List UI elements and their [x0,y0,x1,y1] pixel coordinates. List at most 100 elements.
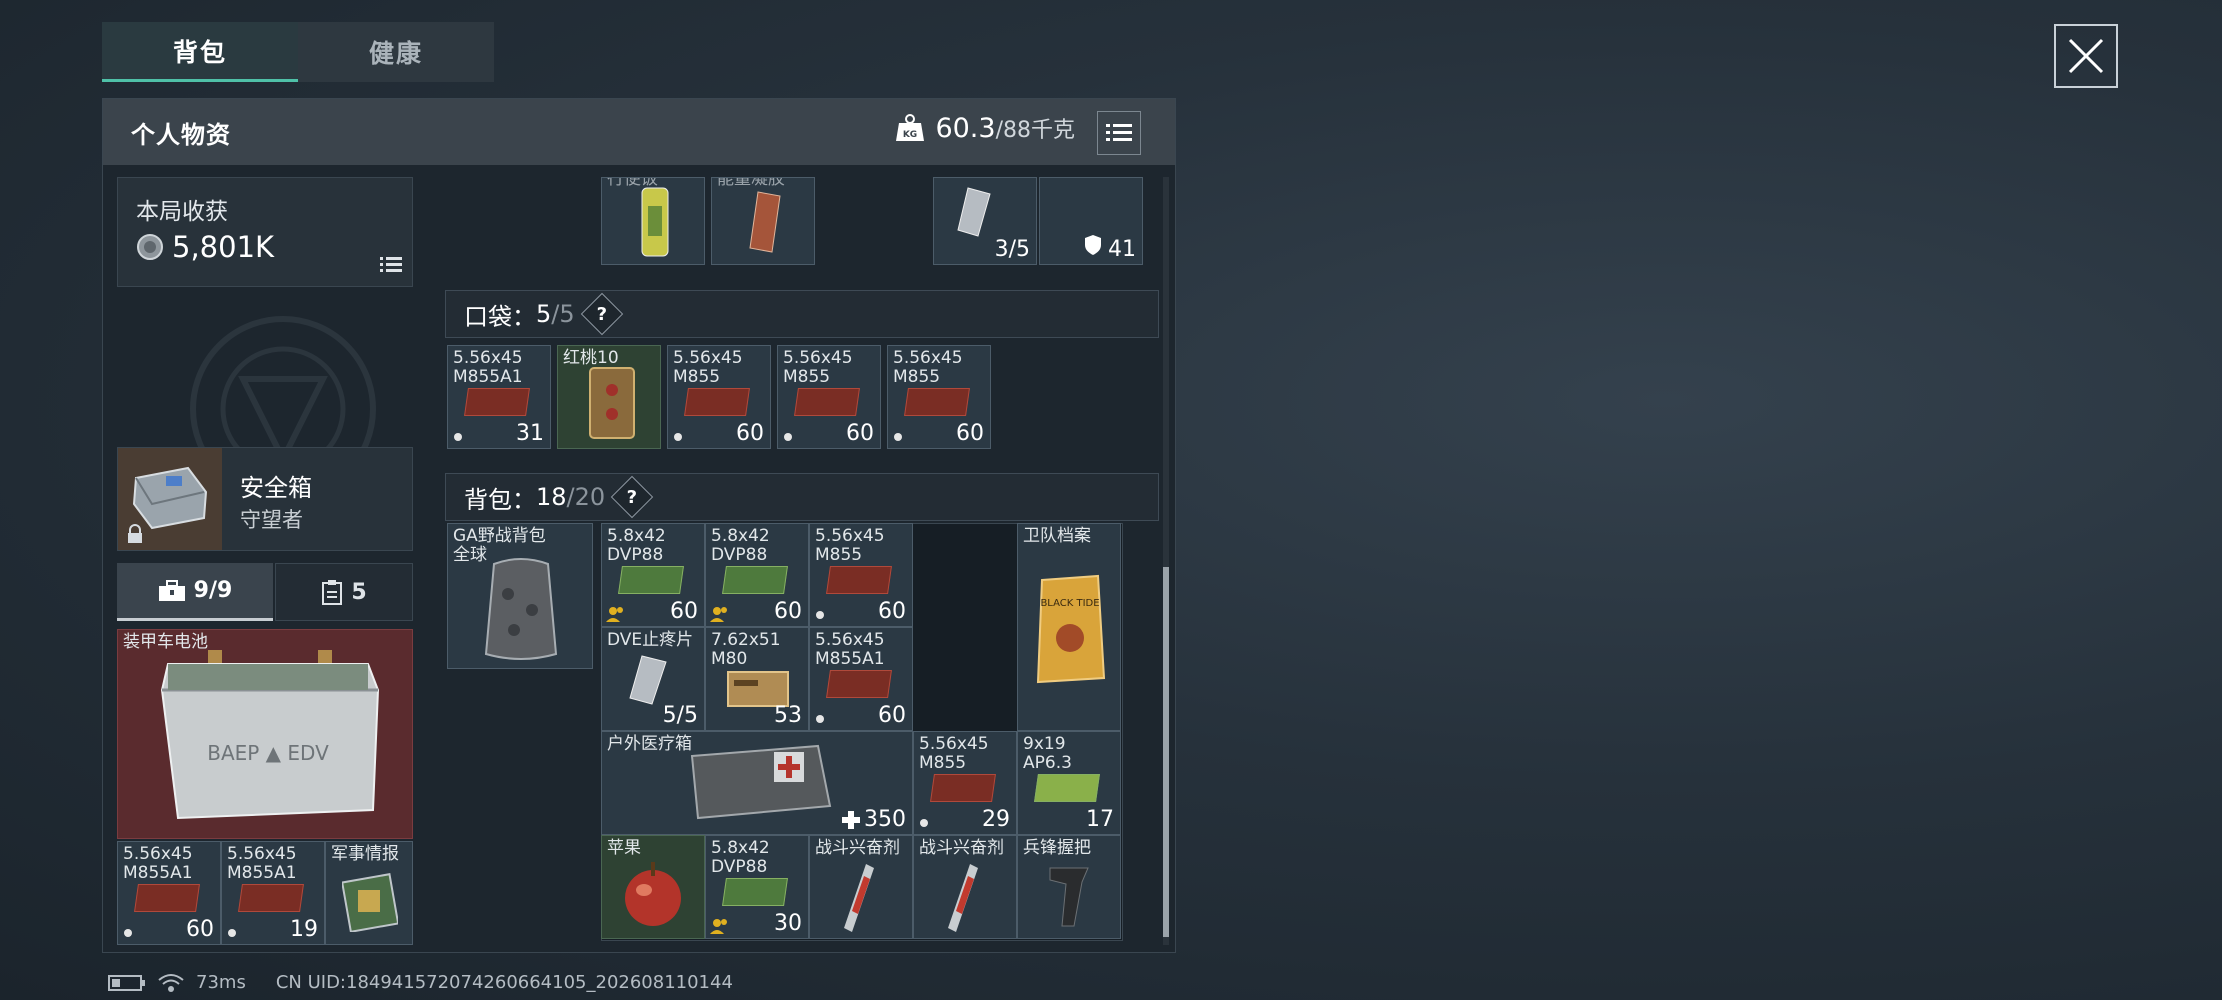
ammo-item[interactable]: 5.56x45 M855 29 [913,731,1017,835]
shield-icon [1085,235,1101,255]
ammo-item[interactable]: 5.56x45 M855A1 19 [221,841,325,945]
ammo-box-icon [1034,774,1100,802]
tab-health[interactable]: 健康 [298,22,494,82]
item-name: 战斗兴奋剂 [919,838,1004,858]
item-name: 5.8x42 DVP88 [607,526,666,565]
file-item[interactable]: 卫队档案 BLACK TIDE [1017,523,1121,731]
other-tab[interactable]: 5 [275,563,413,621]
item-name: 5.56x45 M855 [783,348,853,387]
close-button[interactable] [2054,24,2118,88]
item-count: 31 [516,421,544,446]
clipboard-icon [322,580,343,605]
ammo-item[interactable]: 9x19 AP6.3 17 [1017,731,1121,835]
svg-text:BLACK TIDE: BLACK TIDE [1040,598,1099,609]
pocket-section-header: 口袋： 5 /5 ? [445,290,1159,338]
harvest-list-icon[interactable] [380,256,402,274]
help-icon: ? [596,303,607,325]
injector-icon [844,864,874,932]
intel-item[interactable]: 军事情报 [325,841,413,945]
weight-current: 60.3 [935,113,996,144]
ammo-box-icon [904,388,970,416]
tab-backpack[interactable]: 背包 [102,22,298,82]
folder-document-icon: BLACK TIDE [1036,574,1106,684]
circuit-board-icon [342,873,398,932]
help-icon: ? [626,486,638,508]
item-partial[interactable]: 3/5 [933,177,1037,265]
bag-section-header: 背包： 18 /20 ? [445,473,1159,521]
item-count: 53 [774,703,802,728]
ammo-item[interactable]: 5.56x45 M855A1 31 [447,345,551,449]
item-name: 9x19 AP6.3 [1023,734,1072,773]
pocket-help-button[interactable]: ? [580,292,623,336]
item-name: 7.62x51 M80 [711,630,781,669]
item-count: 29 [982,807,1010,832]
item-name: 兵锋握把 [1023,838,1091,858]
battery-item[interactable]: 装甲车电池 BAEP ▲ EDV [117,629,413,839]
apple-item[interactable]: 苹果 [601,835,705,939]
item-name: 5.56x45 M855 [893,348,963,387]
ammo-item[interactable]: 5.56x45 M855 60 [667,345,771,449]
list-icon [1106,124,1132,141]
bag-help-button[interactable]: ? [610,475,654,519]
item-count: 60 [670,599,698,624]
weight-icon: KG [896,114,925,141]
team-icon [606,607,623,622]
list-view-button[interactable] [1097,111,1141,155]
item-count: 5/5 [662,703,698,728]
ammo-item[interactable]: 5.56x45 M855A1 60 [117,841,221,945]
grip-icon [1049,867,1089,927]
stim-item[interactable]: 战斗兴奋剂 [913,835,1017,939]
harvest-label: 本局收获 [136,199,228,225]
rarity-dot [816,611,824,619]
case-count: 9/9 [193,578,233,603]
item-partial[interactable]: 能量凝胶 [711,177,815,265]
pocket-label: 口袋： [464,302,536,331]
backpack-icon [484,558,558,660]
card-item[interactable]: 红桃10 [557,345,661,449]
item-count: 60 [956,421,984,446]
ammo-item[interactable]: 5.8x42 DVP88 30 [705,835,809,939]
medkit-item[interactable]: 户外医疗箱 350 [601,731,913,835]
item-count: 60 [846,421,874,446]
item-count: 3/5 [994,237,1030,262]
ammo-item[interactable]: 5.56x45 M855 60 [887,345,991,449]
panel-title: 个人物资 [131,120,231,149]
ammo-box-icon [684,388,750,416]
wifi-icon [158,973,184,992]
team-icon [710,607,727,622]
coin-icon [137,234,163,260]
item-count: 60 [774,599,802,624]
panel-header: 个人物资 KG 60.3/88千克 [103,99,1175,165]
painkiller-icon [957,187,991,237]
ammo-item[interactable]: 5.56x45 M855A1 60 [809,627,913,731]
item-partial[interactable]: 行便饭 [601,177,705,265]
injector-icon [948,864,978,932]
stim-item[interactable]: 战斗兴奋剂 [809,835,913,939]
scrollbar-thumb[interactable] [1163,567,1169,937]
ammo-box-icon [722,566,788,594]
rarity-dot [816,715,824,723]
ammo-box-icon [826,566,892,594]
ammo-item[interactable]: 7.62x51 M80 53 [705,627,809,731]
ammo-box-icon [826,670,892,698]
item-name: 5.56x45 M855 [673,348,743,387]
item-name: 5.56x45 M855A1 [815,630,885,669]
case-tab[interactable]: 9/9 [117,563,273,621]
toolbox-icon [158,579,185,601]
painkiller-item[interactable]: DVE止疼片 5/5 [601,627,705,731]
other-count: 5 [351,579,367,605]
ammo-item[interactable]: 5.8x42 DVP88 60 [705,523,809,627]
safebox-name: 安全箱 [240,474,312,502]
painkiller-icon [629,655,667,705]
backpack-item[interactable]: GA野战背包 全球 [447,523,593,669]
ammo-item[interactable]: 5.56x45 M855 60 [809,523,913,627]
ammo-item[interactable]: 5.8x42 DVP88 60 [601,523,705,627]
safebox-sub: 守望者 [240,508,303,532]
scrollbar-track[interactable] [1163,177,1169,945]
item-name: 5.56x45 M855A1 [453,348,523,387]
weight-max: /88千克 [995,118,1075,143]
ammo-item[interactable]: 5.56x45 M855 60 [777,345,881,449]
grip-item[interactable]: 兵锋握把 [1017,835,1121,939]
armor-item[interactable]: 41 [1039,177,1143,265]
safebox-card[interactable]: 安全箱 守望者 [117,447,413,551]
